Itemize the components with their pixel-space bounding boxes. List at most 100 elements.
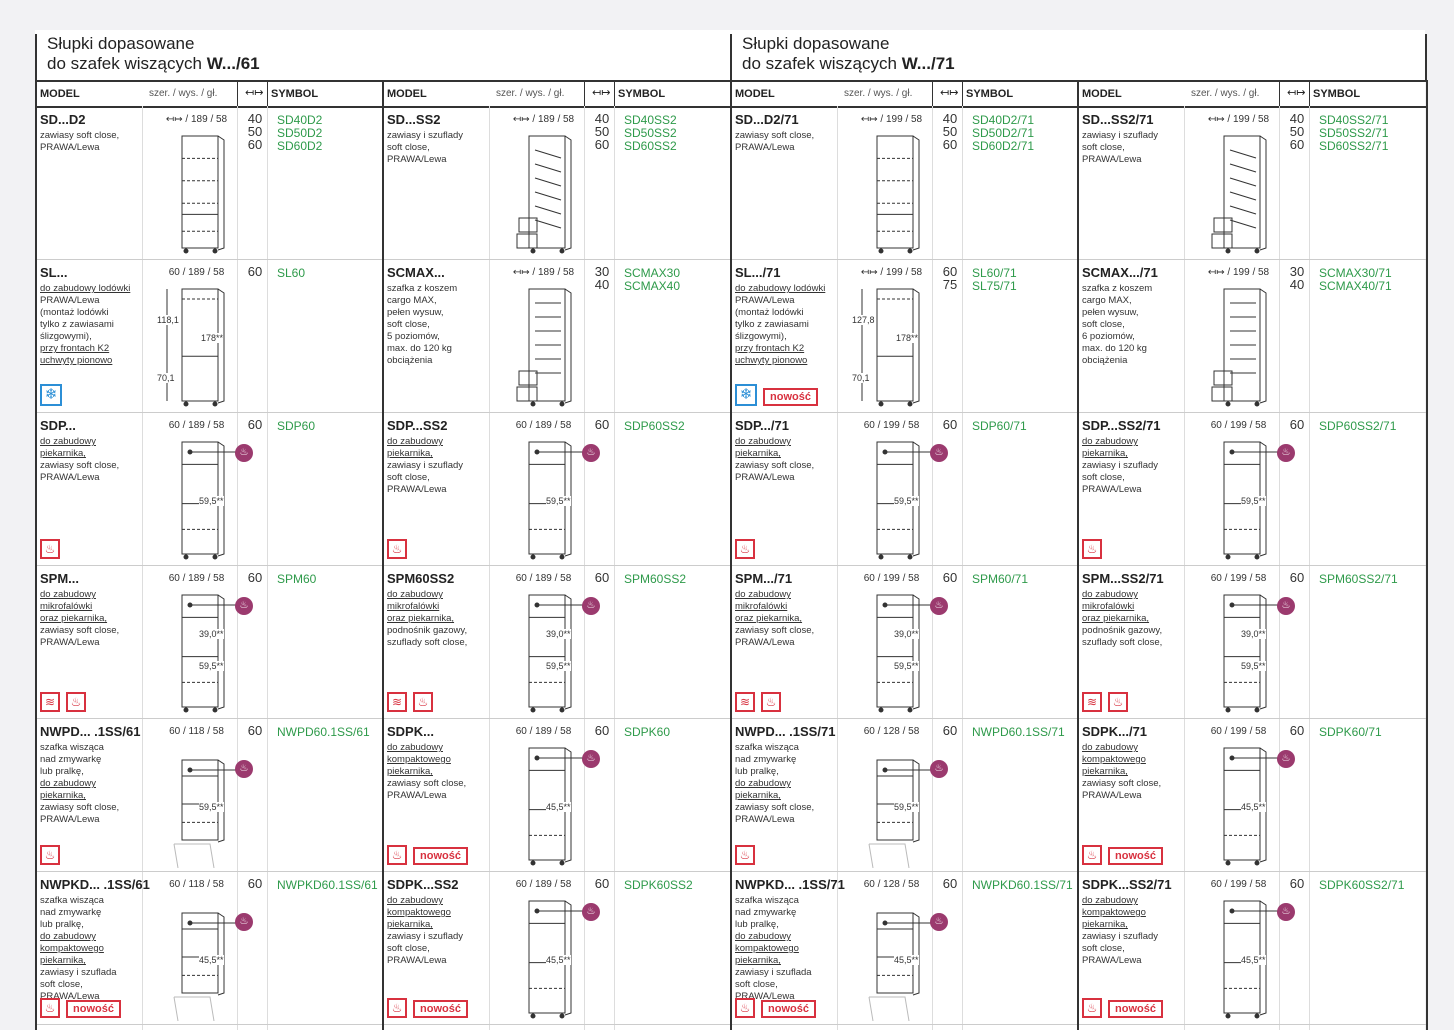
- description-link[interactable]: piekarnika,: [1082, 919, 1182, 931]
- description-link[interactable]: piekarnika,: [387, 919, 487, 931]
- dimensions-value: 60 / 189 / 58: [515, 726, 572, 737]
- description-link[interactable]: mikrofalówki: [735, 601, 835, 613]
- model-name: SPM60SS2: [387, 571, 455, 586]
- symbols-list: SD40SS2/71 SD50SS2/71 SD60SS2/71: [1319, 114, 1388, 153]
- product-symbol[interactable]: SL75/71: [972, 280, 1017, 293]
- header-model: MODEL: [1082, 88, 1122, 100]
- feature-icons: ≋ ♨: [735, 692, 781, 712]
- model-description: zawiasy soft close, PRAWA/Lewa: [735, 130, 835, 154]
- widths-list: 40 50 60: [939, 112, 961, 151]
- description-link[interactable]: oraz piekarnika,: [735, 613, 835, 625]
- dimensions-value: / 199 / 58: [1227, 114, 1270, 125]
- model-description: do zabudowy mikrofalówki oraz piekarnika, z…: [735, 589, 835, 649]
- description-link[interactable]: uchwyty pionowo: [40, 355, 140, 367]
- product-symbol[interactable]: SPM60SS2/71: [1319, 573, 1398, 586]
- description-link[interactable]: piekarnika,: [387, 448, 487, 460]
- description-link[interactable]: piekarnika,: [40, 790, 140, 802]
- product-symbol[interactable]: SD60D2/71: [972, 140, 1034, 153]
- description-link[interactable]: piekarnika,: [387, 766, 487, 778]
- description-link[interactable]: do zabudowy: [387, 895, 487, 907]
- product-symbol[interactable]: SDPK60SS2/71: [1319, 879, 1404, 892]
- description-link[interactable]: do zabudowy: [735, 589, 835, 601]
- product-symbol[interactable]: SDP60SS2/71: [1319, 420, 1396, 433]
- description-link[interactable]: kompaktowego: [1082, 907, 1182, 919]
- oven-icon: ♨: [735, 845, 755, 865]
- model-name: SD...SS2: [387, 112, 441, 127]
- dimensions-value: 60 / 189 / 58: [515, 879, 572, 890]
- description-link[interactable]: do zabudowy lodówki: [735, 283, 835, 295]
- description-link[interactable]: piekarnika,: [735, 790, 835, 802]
- oven-icon: ♨: [387, 845, 407, 865]
- model-description: szafka wisząca nad zmywarkę lub pralkę, do …: [40, 895, 140, 1003]
- product-symbol[interactable]: NWPD60.1SS/61: [277, 726, 370, 739]
- product-symbol[interactable]: SD60SS2/71: [1319, 140, 1388, 153]
- product-symbol[interactable]: SDPK60SS2: [624, 879, 693, 892]
- product-symbol[interactable]: SPM60SS2: [624, 573, 686, 586]
- product-symbol[interactable]: SDP60SS2: [624, 420, 685, 433]
- widths-list: 60: [244, 724, 266, 737]
- product-symbol[interactable]: SDPK60: [624, 726, 670, 739]
- description-link[interactable]: do zabudowy: [40, 436, 140, 448]
- product-symbol[interactable]: SCMAX40: [624, 280, 680, 293]
- product-symbol[interactable]: SPM60/71: [972, 573, 1028, 586]
- column-divider: [237, 82, 238, 106]
- description-link[interactable]: do zabudowy: [1082, 436, 1182, 448]
- product-symbol[interactable]: NWPKD60.1SS/61: [277, 879, 378, 892]
- width-value: 60: [594, 876, 610, 891]
- product-symbol[interactable]: SPM60: [277, 573, 316, 586]
- description-link[interactable]: do zabudowy: [735, 931, 835, 943]
- description-link[interactable]: do zabudowy: [387, 436, 487, 448]
- description-link[interactable]: oraz piekarnika,: [1082, 613, 1182, 625]
- description-link[interactable]: do zabudowy: [735, 436, 835, 448]
- new-badge: nowość: [1108, 1000, 1163, 1018]
- description-link[interactable]: do zabudowy: [1082, 589, 1182, 601]
- product-symbol[interactable]: SCMAX40/71: [1319, 280, 1392, 293]
- product-symbol[interactable]: NWPKD60.1SS/71: [972, 879, 1073, 892]
- description-link[interactable]: piekarnika,: [40, 955, 140, 967]
- description-link[interactable]: do zabudowy: [735, 778, 835, 790]
- description-link[interactable]: piekarnika,: [735, 955, 835, 967]
- description-link[interactable]: piekarnika,: [40, 448, 140, 460]
- product-row: SDPK... do zabudowy kompaktowego piekarnika…: [384, 718, 731, 872]
- product-symbol[interactable]: SD60SS2: [624, 140, 677, 153]
- description-link[interactable]: mikrofalówki: [1082, 601, 1182, 613]
- description-link[interactable]: do zabudowy: [1082, 742, 1182, 754]
- description-link[interactable]: kompaktowego: [735, 943, 835, 955]
- description-link[interactable]: mikrofalówki: [40, 601, 140, 613]
- description-link[interactable]: przy frontach K2: [735, 343, 835, 355]
- product-symbol[interactable]: NWPD60.1SS/71: [972, 726, 1065, 739]
- description-link[interactable]: przy frontach K2: [40, 343, 140, 355]
- description-link[interactable]: uchwyty pionowo: [735, 355, 835, 367]
- description-link[interactable]: do zabudowy: [40, 778, 140, 790]
- model-name: SDP.../71: [735, 418, 789, 433]
- model-name: NWPD... .1SS/71: [735, 724, 836, 739]
- description-link[interactable]: kompaktowego: [1082, 754, 1182, 766]
- product-symbol[interactable]: SDP60: [277, 420, 315, 433]
- description-link[interactable]: do zabudowy: [40, 589, 140, 601]
- description-link[interactable]: kompaktowego: [40, 943, 140, 955]
- dimensions-value: 60 / 199 / 58: [1210, 726, 1267, 737]
- column-divider: [1279, 82, 1280, 106]
- description-link[interactable]: oraz piekarnika,: [387, 613, 487, 625]
- width-value: 60: [1289, 137, 1305, 152]
- description-link[interactable]: mikrofalówki: [387, 601, 487, 613]
- description-link[interactable]: piekarnika,: [735, 448, 835, 460]
- description-line: soft close,: [735, 979, 778, 990]
- product-symbol[interactable]: SL60: [277, 267, 305, 280]
- product-symbol[interactable]: SDPK60/71: [1319, 726, 1382, 739]
- product-symbol[interactable]: SDP60/71: [972, 420, 1027, 433]
- widths-list: 60: [1286, 877, 1308, 890]
- description-link[interactable]: do zabudowy: [387, 589, 487, 601]
- product-symbol[interactable]: SD60D2: [277, 140, 322, 153]
- description-link[interactable]: do zabudowy lodówki: [40, 283, 140, 295]
- description-link[interactable]: kompaktowego: [387, 907, 487, 919]
- description-link[interactable]: do zabudowy: [40, 931, 140, 943]
- description-link[interactable]: oraz piekarnika,: [40, 613, 140, 625]
- dimension-annotation: 59,5**: [894, 802, 919, 812]
- description-line: zawiasy soft close,: [735, 460, 815, 471]
- description-link[interactable]: do zabudowy: [387, 742, 487, 754]
- description-link[interactable]: piekarnika,: [1082, 766, 1182, 778]
- description-link[interactable]: do zabudowy: [1082, 895, 1182, 907]
- description-link[interactable]: kompaktowego: [387, 754, 487, 766]
- description-link[interactable]: piekarnika,: [1082, 448, 1182, 460]
